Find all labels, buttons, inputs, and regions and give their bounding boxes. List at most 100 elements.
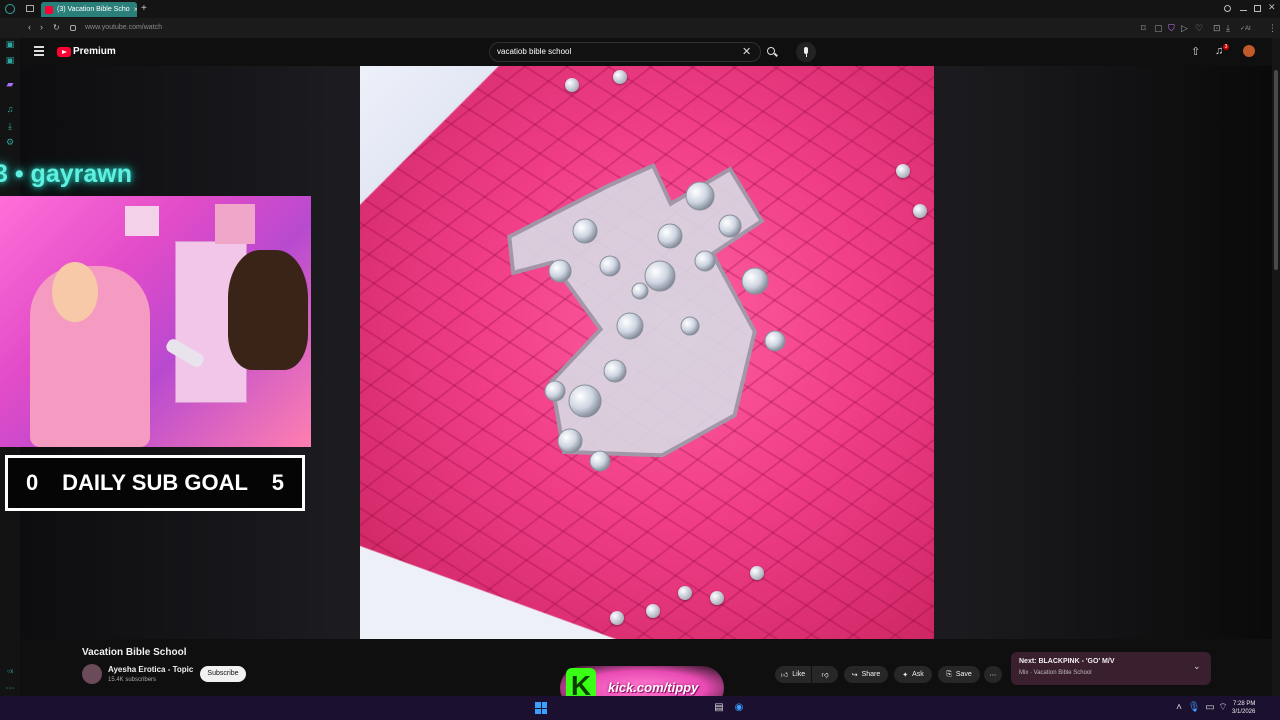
up-next-card[interactable] — [1011, 652, 1211, 685]
bookmark-icon[interactable]: ⌑ — [1141, 23, 1146, 34]
goal-label: DAILY SUB GOAL — [62, 470, 248, 495]
subscriber-count: 15.4K subscribers — [108, 677, 157, 683]
tray-mic-icon[interactable]: 🎙︎ — [1187, 701, 1201, 715]
reload-icon[interactable]: ↻ — [53, 23, 60, 32]
windows-start-icon[interactable] — [535, 702, 547, 714]
sidebar-downloads-icon[interactable]: ⤓ — [5, 121, 15, 131]
new-tab-button[interactable]: + — [141, 3, 147, 14]
heart-icon[interactable]: ♡ — [1195, 23, 1203, 34]
up-next-subtitle: Mix · Vacation Bible School — [1019, 670, 1092, 676]
taskbar-browser-icon[interactable]: ◉ — [732, 701, 746, 715]
sidebar-twitch-icon[interactable]: ▰ — [5, 79, 15, 89]
close-window-icon[interactable]: ✕ — [1268, 2, 1276, 13]
stud — [913, 204, 927, 218]
jeweled-cross-graphic — [507, 162, 786, 472]
stud — [610, 611, 624, 625]
dislike-button[interactable]: 👎︎ — [812, 666, 838, 683]
browser-menu-dots-icon[interactable]: ⋮ — [1268, 23, 1277, 34]
notifications-bell-icon[interactable]: ♫ — [1215, 45, 1223, 57]
search-icon[interactable] — [763, 43, 781, 61]
notification-count-badge: 3 — [1223, 44, 1229, 50]
video-player[interactable] — [360, 66, 934, 639]
upload-icon[interactable]: ⇧ — [1191, 45, 1200, 58]
sparkle-icon: ✦ — [902, 671, 909, 679]
windows-taskbar — [0, 696, 1280, 720]
share-label: Share — [861, 671, 881, 678]
channel-name[interactable]: Ayesha Erotica - Topic — [108, 665, 193, 674]
stud — [710, 591, 724, 605]
like-button[interactable]: 👍︎ Like — [775, 666, 811, 683]
address-bar-row — [0, 18, 1280, 38]
ask-label: Ask — [912, 671, 924, 678]
sidebar-whatsapp-icon[interactable]: ▣ — [5, 55, 15, 65]
webcam-wig — [228, 250, 308, 370]
stud — [896, 164, 910, 178]
taskbar-app-icon[interactable]: ▤ — [712, 701, 726, 715]
tab-title: (3) Vacation Bible Scho — [57, 6, 130, 13]
streamer-name-overlay: 3 • gayrawn — [0, 160, 132, 188]
page-scrollbar-thumb[interactable] — [1274, 70, 1278, 270]
shield-icon[interactable]: ⛉ — [1168, 23, 1175, 34]
bookmark-save-icon: ⎘ — [946, 670, 952, 678]
sub-goal-overlay: 0 DAILY SUB GOAL 5 — [5, 455, 305, 511]
thumbs-down-icon: 👎︎ — [821, 672, 829, 679]
youtube-premium-brand[interactable]: Premium — [73, 46, 116, 57]
thumbs-up-icon: 👍︎ — [780, 672, 789, 679]
browser-tab-bar — [0, 0, 1280, 18]
clock-date: 3/1/2026 — [1232, 709, 1256, 715]
youtube-logo-icon[interactable] — [57, 47, 71, 57]
download-icon[interactable]: ⤓ — [1226, 23, 1230, 34]
video-title: Vacation Bible School — [82, 647, 187, 658]
sidebar-messenger-icon[interactable]: ▣ — [5, 39, 15, 49]
channel-avatar[interactable] — [82, 664, 102, 684]
back-icon[interactable]: ‹ — [28, 22, 31, 32]
webcam-person-head — [52, 262, 98, 322]
stud — [646, 604, 660, 618]
tab-close-icon[interactable]: × — [134, 5, 137, 14]
goal-current: 0 — [26, 470, 39, 495]
stud — [750, 566, 764, 580]
stud — [678, 586, 692, 600]
ai-assistant-icon[interactable]: ✓AI — [1240, 25, 1251, 32]
search-input[interactable]: vacatiob bible school — [497, 47, 571, 56]
maximize-icon[interactable] — [1254, 5, 1261, 12]
search-tabs-icon[interactable] — [1224, 5, 1231, 12]
share-arrow-icon: ↪ — [851, 671, 858, 679]
more-actions-button[interactable]: ⋯ — [984, 666, 1002, 683]
sidebar-settings-icon[interactable]: ⚙ — [5, 137, 15, 147]
tab-youtube[interactable]: (3) Vacation Bible Scho × — [41, 2, 137, 17]
webcam-overlay — [0, 196, 311, 447]
stud — [613, 70, 627, 84]
tray-chevron-icon[interactable]: ˄ — [1172, 701, 1186, 715]
like-label: Like — [792, 671, 806, 678]
up-next-title[interactable]: Next: BLACKPINK - 'GO' M/V — [1019, 658, 1115, 665]
play-extension-icon[interactable]: ▷ — [1181, 23, 1188, 34]
tray-network-icon[interactable]: ▭ — [1203, 701, 1217, 715]
goal-target: 5 — [271, 470, 284, 495]
browser-menu-icon[interactable] — [5, 4, 15, 14]
minimize-icon[interactable] — [1240, 10, 1247, 11]
forward-icon[interactable]: › — [40, 22, 43, 32]
voice-search-button[interactable] — [796, 42, 816, 62]
url-field[interactable]: www.youtube.com/watch — [85, 24, 162, 31]
subscribe-button[interactable]: Subscribe — [200, 666, 246, 682]
stud — [565, 78, 579, 92]
ask-button[interactable]: ✦ Ask — [894, 666, 932, 683]
microphone-icon — [804, 47, 808, 54]
save-button[interactable]: ⎘ Save — [938, 666, 980, 683]
sidebar-extension-icon[interactable]: ○x — [5, 667, 15, 677]
chevron-down-icon[interactable]: ⌄ — [1193, 661, 1201, 672]
site-info-icon[interactable] — [70, 25, 76, 31]
taskbar-clock[interactable]: 7:28 PM 3/1/2026 — [1232, 700, 1255, 716]
tab-overview-icon[interactable] — [26, 5, 34, 12]
snapshot-icon[interactable]: ▢ — [1154, 23, 1163, 34]
share-button[interactable]: ↪ Share — [844, 666, 888, 683]
tray-wifi-icon[interactable]: ⌔ — [1216, 701, 1230, 715]
more-dots-icon: ⋯ — [989, 671, 997, 679]
account-avatar[interactable] — [1243, 45, 1255, 57]
clear-search-icon[interactable]: ✕ — [742, 45, 751, 58]
sidebar-more-icon[interactable]: ⋯ — [5, 683, 15, 693]
sidebar-music-icon[interactable]: ♫ — [5, 104, 15, 114]
lock-icon[interactable]: ⊡ — [1213, 23, 1221, 34]
guide-menu-icon[interactable] — [34, 46, 44, 56]
